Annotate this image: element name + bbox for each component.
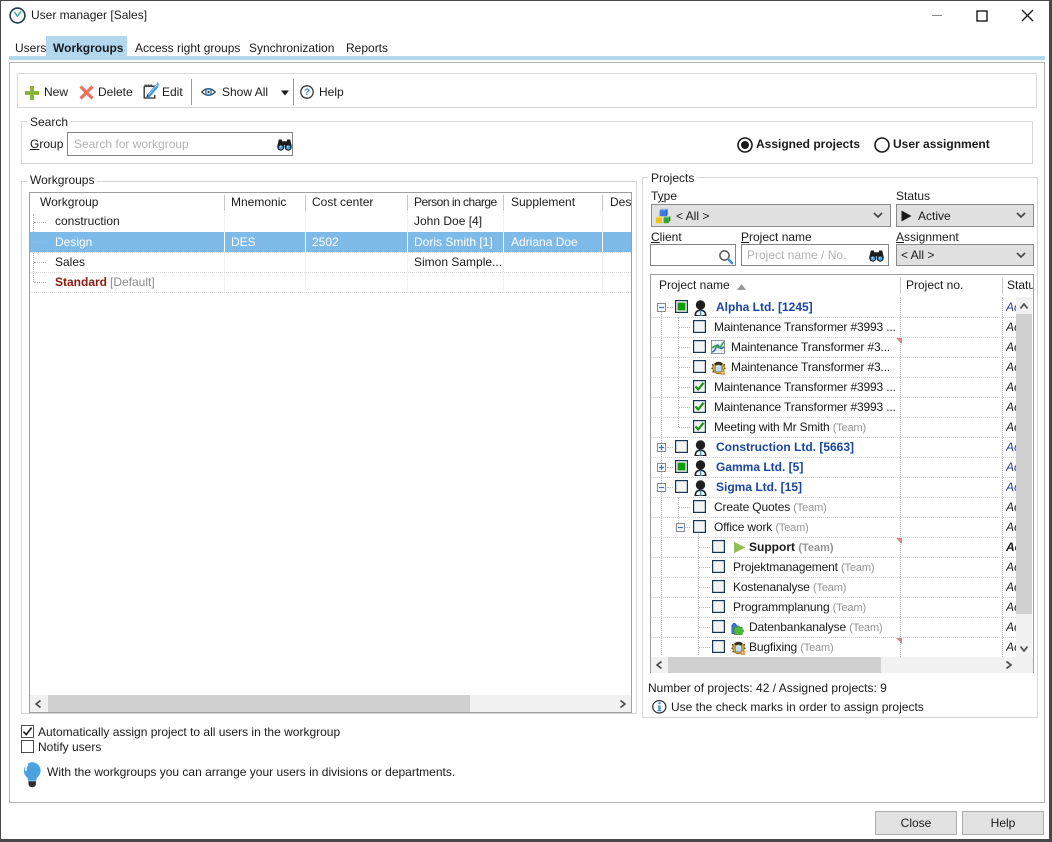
svg-text:?: ?: [304, 87, 310, 98]
